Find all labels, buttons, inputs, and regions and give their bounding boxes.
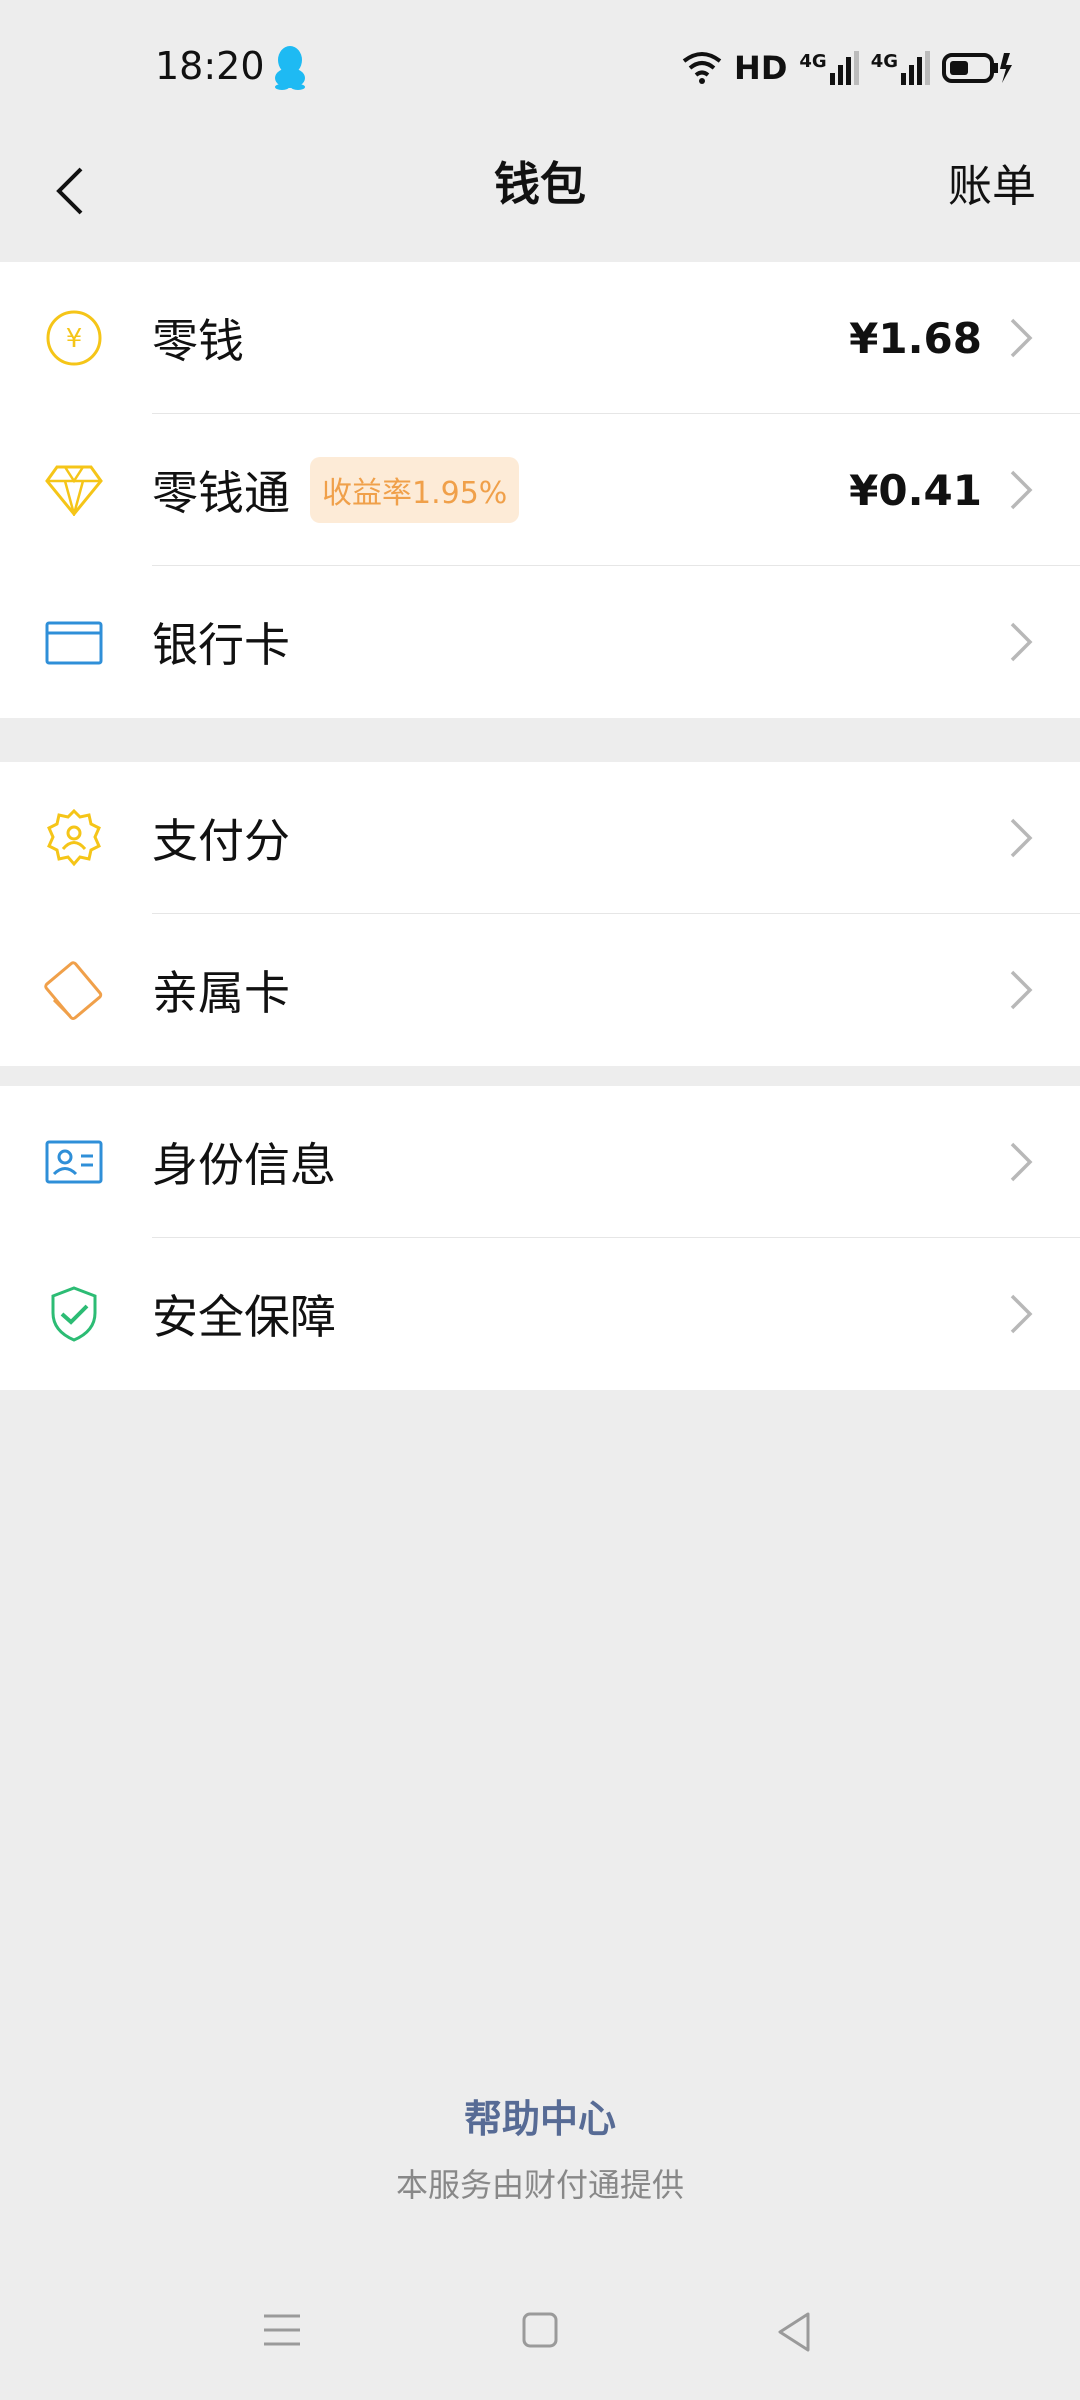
svg-text:¥: ¥ (66, 324, 83, 354)
back-triangle-icon (778, 2312, 810, 2352)
item-label: 零钱 (152, 314, 244, 368)
hd-label: HD (734, 49, 788, 87)
chevron-right-icon (1010, 818, 1033, 858)
chevron-right-icon (1010, 470, 1033, 510)
chevron-right-icon (1010, 1142, 1033, 1182)
yuan-coin-icon: ¥ (44, 308, 104, 368)
system-back-button[interactable] (774, 2310, 814, 2358)
help-center-link[interactable]: 帮助中心 (0, 2088, 1080, 2143)
menu-icon (264, 2314, 300, 2346)
network-type-2: 4G (870, 51, 898, 72)
home-button[interactable] (520, 2310, 560, 2354)
status-icons: HD 4G 4G (682, 48, 1012, 88)
provider-note: 本服务由财付通提供 (395, 2166, 684, 2204)
list-item-bank-card[interactable]: 银行卡 (0, 566, 1080, 718)
item-label: 亲属卡 (152, 966, 290, 1020)
id-card-icon (44, 1132, 104, 1192)
chevron-right-icon (1010, 622, 1033, 662)
network-type-1: 4G (799, 51, 827, 72)
family-card-icon (44, 960, 104, 1020)
wallet-group-funds: ¥ 零钱 ¥1.68 零钱通 收益率1.95% ¥0.41 银行卡 (0, 262, 1080, 718)
list-item-change[interactable]: ¥ 零钱 ¥1.68 (0, 262, 1080, 414)
item-label: 支付分 (152, 814, 290, 868)
chevron-right-icon (1010, 970, 1033, 1010)
shield-check-icon (44, 1284, 104, 1344)
list-item-security[interactable]: 安全保障 (0, 1238, 1080, 1390)
chevron-right-icon (1010, 1294, 1033, 1334)
bank-card-icon (44, 612, 104, 672)
chevron-right-icon (1010, 318, 1033, 358)
status-bar: 18:20 HD 4G 4G (0, 0, 1080, 136)
wallet-group-security: 身份信息 安全保障 (0, 1086, 1080, 1390)
item-label: 身份信息 (152, 1138, 336, 1192)
signal-icon-2: 4G (871, 51, 930, 85)
system-nav-bar (0, 2290, 1080, 2380)
item-value: ¥0.41 (849, 465, 982, 515)
status-time: 18:20 (155, 44, 265, 88)
item-label: 安全保障 (152, 1290, 336, 1344)
item-label: 零钱通 (152, 466, 290, 520)
credit-score-icon (44, 808, 104, 868)
nav-bar: 钱包 账单 (0, 136, 1080, 262)
signal-icon-1: 4G (799, 51, 859, 85)
battery-icon (942, 53, 1012, 83)
wifi-icon (682, 52, 722, 84)
list-item-family-card[interactable]: 亲属卡 (0, 914, 1080, 1066)
item-label: 银行卡 (152, 618, 290, 672)
diamond-icon (44, 460, 104, 520)
list-item-pay-score[interactable]: 支付分 (0, 762, 1080, 914)
home-square-icon (522, 2312, 558, 2348)
list-item-lingqiantong[interactable]: 零钱通 收益率1.95% ¥0.41 (0, 414, 1080, 566)
bill-button[interactable]: 账单 (948, 150, 1036, 214)
page-title: 钱包 (494, 157, 586, 211)
list-item-identity[interactable]: 身份信息 (0, 1086, 1080, 1238)
menu-button[interactable] (260, 2310, 304, 2354)
item-value: ¥1.68 (849, 313, 982, 363)
wallet-group-services: 支付分 亲属卡 (0, 762, 1080, 1066)
yield-rate-badge: 收益率1.95% (310, 457, 520, 523)
qq-notification-icon (272, 44, 308, 94)
